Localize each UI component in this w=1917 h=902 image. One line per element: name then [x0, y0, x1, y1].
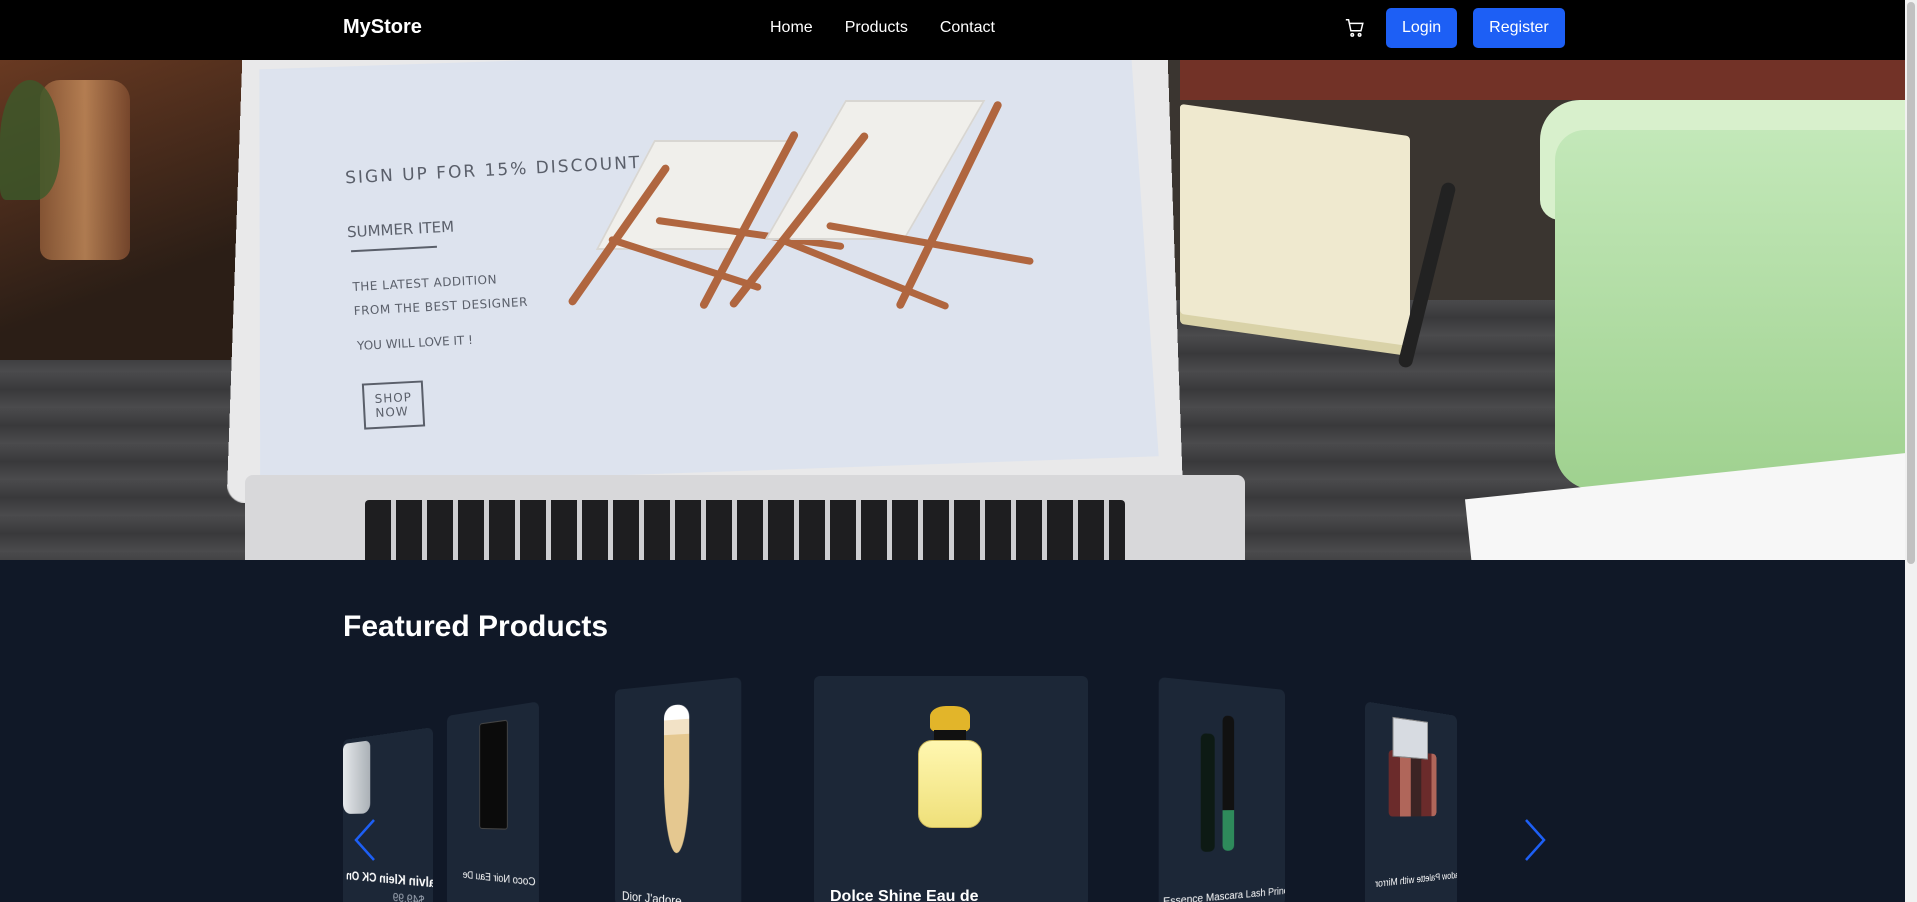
- laptop-keys: [365, 500, 1125, 560]
- hero-green-tin: [1555, 130, 1905, 490]
- product-image-dolce: [914, 706, 986, 836]
- product-image-chanel: [479, 719, 508, 830]
- featured-products-section: Featured Products Calvin Klein CK On $49…: [0, 560, 1905, 902]
- product-image-eyeshadow: [1388, 749, 1437, 817]
- product-name: Calvin Klein CK On: [346, 868, 433, 892]
- nav-link-products[interactable]: Products: [845, 19, 908, 37]
- page: MyStore Home Products Contact Login Regi…: [0, 0, 1905, 902]
- beach-chair-right: [728, 90, 1055, 330]
- cart-icon[interactable]: [1340, 13, 1370, 43]
- nav-link-contact[interactable]: Contact: [940, 19, 995, 37]
- product-carousel: Calvin Klein CK On $49.99 Chanel Coco No…: [343, 670, 1563, 902]
- product-name: Eyeshadow Palette with Mirror: [1375, 867, 1457, 890]
- product-card-eyeshadow-palette[interactable]: Eyeshadow Palette with Mirror: [1365, 701, 1457, 902]
- nav-actions: Login Register: [1340, 8, 1565, 48]
- product-name: Chanel Coco Noir Eau De: [462, 869, 539, 894]
- product-image-mascara-wand: [1222, 715, 1235, 852]
- product-name: Dior J'adore: [621, 888, 682, 902]
- navbar: MyStore Home Products Contact Login Regi…: [0, 0, 1905, 60]
- promo-latest-addition: THE LATEST ADDITION FROM THE BEST DESIGN…: [352, 265, 544, 323]
- product-card-dior[interactable]: Dior J'adore: [615, 676, 742, 902]
- product-image-dior: [663, 703, 690, 854]
- featured-products-title: Featured Products: [343, 610, 609, 643]
- hero-background-stripe: [1180, 60, 1905, 100]
- product-image-calvin-klein: [343, 740, 371, 814]
- hero-banner: SIGN UP FOR 15% DISCOUNT SUMMER ITEM THE…: [0, 60, 1905, 560]
- product-name: Dolce Shine Eau de: [830, 888, 979, 902]
- carousel-next-arrow-icon[interactable]: [1520, 815, 1550, 865]
- login-button[interactable]: Login: [1386, 8, 1458, 48]
- brand-logo[interactable]: MyStore: [343, 16, 422, 39]
- product-price: $49.99: [392, 891, 425, 902]
- register-button[interactable]: Register: [1473, 8, 1565, 48]
- nav-link-home[interactable]: Home: [770, 19, 813, 37]
- scrollbar-thumb[interactable]: [1907, 2, 1915, 564]
- promo-shop-now-button[interactable]: SHOP NOW: [361, 380, 426, 430]
- product-name: Essence Mascara Lash Princess: [1163, 884, 1285, 902]
- product-image-mascara: [1200, 733, 1215, 853]
- product-card-essence-mascara[interactable]: Essence Mascara Lash Princess: [1158, 676, 1285, 902]
- product-card-chanel[interactable]: Chanel Coco Noir Eau De: [447, 701, 539, 902]
- nav-links: Home Products Contact: [770, 19, 995, 37]
- product-card-dolce[interactable]: Dolce Shine Eau de: [814, 676, 1088, 902]
- page-scrollbar[interactable]: [1905, 0, 1917, 902]
- product-image-mirror: [1392, 716, 1429, 760]
- carousel-prev-arrow-icon[interactable]: [350, 815, 380, 865]
- hero-plant: [0, 80, 60, 200]
